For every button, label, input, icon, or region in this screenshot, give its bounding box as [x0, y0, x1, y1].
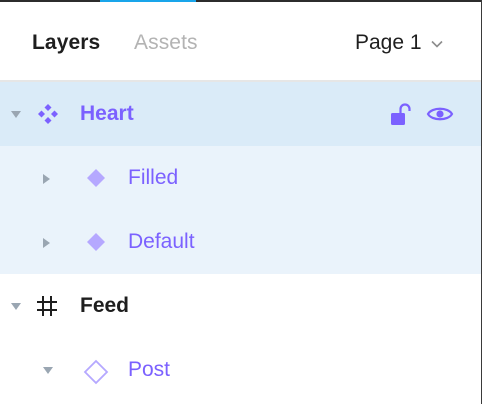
caret-right-icon[interactable] [42, 173, 52, 185]
layer-row-heart[interactable]: Heart [0, 82, 481, 146]
eye-icon[interactable] [426, 104, 454, 124]
instance-icon [83, 359, 109, 385]
layer-row-post[interactable]: Post [0, 338, 481, 402]
layer-name-heart: Heart [80, 102, 134, 125]
layer-name-feed: Feed [80, 294, 130, 317]
layer-row-filled[interactable]: Filled [0, 146, 481, 210]
component-icon [87, 233, 105, 251]
caret-down-icon[interactable] [10, 302, 22, 312]
layers-panel-header: Layers Assets Page 1 [0, 2, 481, 82]
layer-row-default[interactable]: Default [0, 210, 481, 274]
layer-row-feed[interactable]: Feed [0, 274, 481, 338]
caret-right-icon[interactable] [42, 237, 52, 249]
component-set-icon [38, 104, 58, 124]
component-icon [87, 169, 105, 187]
layer-name-default: Default [128, 230, 195, 253]
tab-assets[interactable]: Assets [134, 31, 198, 55]
unlock-icon[interactable] [390, 103, 412, 127]
chevron-down-icon [430, 40, 443, 48]
page-selector[interactable]: Page 1 [355, 31, 443, 55]
tab-layers[interactable]: Layers [32, 31, 100, 55]
caret-down-icon[interactable] [10, 110, 22, 120]
caret-down-icon[interactable] [42, 366, 54, 376]
page-selector-label: Page 1 [355, 31, 422, 54]
frame-icon [37, 296, 57, 316]
layer-name-post: Post [128, 358, 171, 381]
layer-name-filled: Filled [128, 166, 179, 189]
